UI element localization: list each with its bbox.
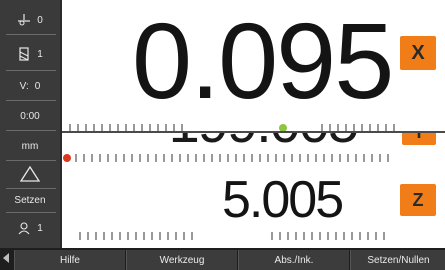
tool-value: 1 bbox=[37, 48, 43, 60]
feed-status[interactable]: V: 0 bbox=[0, 76, 60, 96]
unit-value: mm bbox=[21, 140, 39, 152]
softkey-abs-inc[interactable]: Abs./Ink. bbox=[238, 250, 349, 270]
separator bbox=[6, 188, 56, 189]
dro-screen: 0 1 V: 0 0:00 mm Setzen 1 0.095 X 5.005 … bbox=[0, 0, 445, 270]
datum-value: 0 bbox=[37, 14, 43, 26]
user-value: 1 bbox=[37, 222, 43, 234]
axis-value-z: 5.005 bbox=[222, 171, 344, 228]
separator bbox=[6, 130, 56, 131]
axis-row-x: 0.095 X bbox=[62, 0, 445, 122]
tool-icon bbox=[19, 47, 29, 61]
scale-factor-status[interactable] bbox=[0, 163, 60, 185]
separator bbox=[6, 160, 56, 161]
tool-status[interactable]: 1 bbox=[0, 42, 60, 66]
softkey-bar: Hilfe Werkzeug Abs./Ink. Setzen/Nullen bbox=[0, 248, 445, 270]
unit-status[interactable]: mm bbox=[0, 136, 60, 156]
scale-bar-3 bbox=[79, 232, 385, 240]
user-status[interactable]: 1 bbox=[0, 218, 60, 238]
axis-row-z: 5.005 Z bbox=[62, 170, 445, 228]
triangle-icon bbox=[19, 165, 41, 182]
scale-bar-2 bbox=[63, 154, 389, 162]
position-display: 0.095 X -199.005 Y bbox=[62, 0, 445, 248]
scale-marker-red bbox=[63, 154, 71, 162]
axis-button-z[interactable]: Z bbox=[400, 184, 436, 216]
softkey-help[interactable]: Hilfe bbox=[14, 250, 125, 270]
separator bbox=[6, 100, 56, 101]
datum-status[interactable]: 0 bbox=[0, 10, 60, 30]
setzen-label: Setzen bbox=[14, 194, 46, 206]
axis-button-x[interactable]: X bbox=[400, 36, 436, 70]
softkey-set-zero[interactable]: Setzen/Nullen bbox=[350, 250, 445, 270]
feed-label: V: bbox=[19, 80, 29, 92]
axis-button-y[interactable]: Y bbox=[402, 133, 436, 145]
setzen-status[interactable]: Setzen bbox=[0, 192, 60, 208]
status-bar: 0 1 V: 0 0:00 mm Setzen 1 bbox=[0, 0, 60, 248]
separator bbox=[6, 34, 56, 35]
feed-value: 0 bbox=[34, 80, 41, 92]
axis-value-x: 0.095 bbox=[132, 0, 394, 121]
user-icon bbox=[18, 222, 30, 235]
softkey-tool[interactable]: Werkzeug bbox=[126, 250, 237, 270]
separator bbox=[6, 212, 56, 213]
stopwatch-status[interactable]: 0:00 bbox=[0, 106, 60, 126]
datum-icon bbox=[18, 14, 31, 26]
page-left-icon[interactable] bbox=[2, 253, 10, 263]
separator bbox=[6, 70, 56, 71]
stopwatch-time: 0:00 bbox=[20, 110, 40, 122]
